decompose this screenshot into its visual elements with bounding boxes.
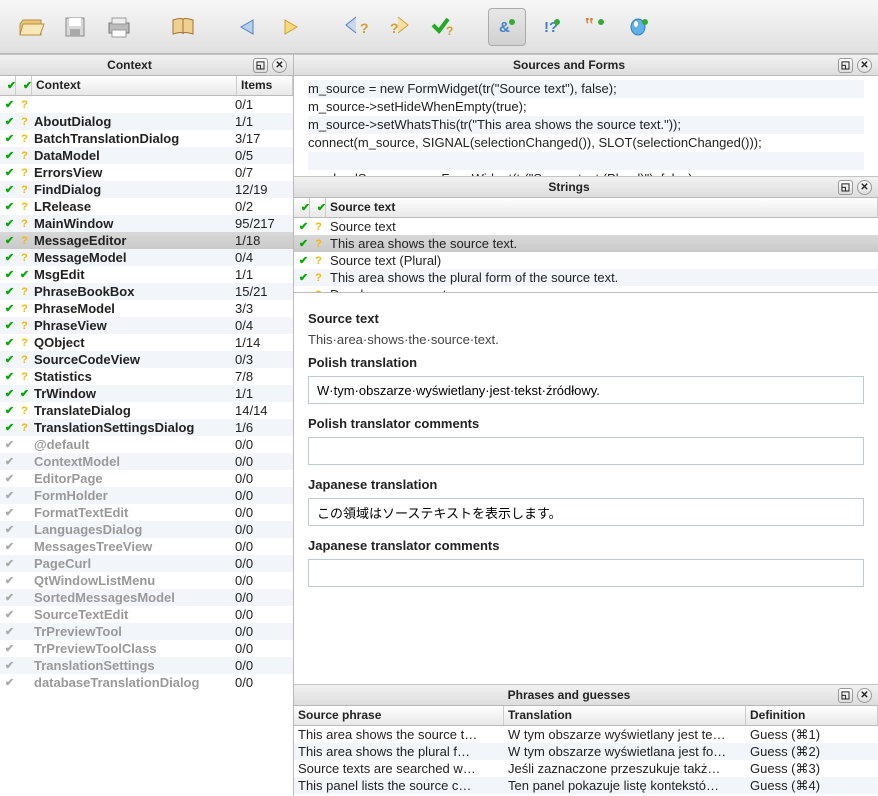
- polish-comments-input[interactable]: [308, 437, 864, 465]
- svg-text:&: &: [499, 19, 510, 36]
- context-panel-header: Context ◱ ✕: [0, 54, 293, 76]
- phrase-row[interactable]: This panel lists the source c…Ten panel …: [294, 777, 878, 794]
- string-row[interactable]: ✔?Source text: [294, 218, 878, 235]
- context-row[interactable]: ✔databaseTranslationDialog0/0: [0, 674, 293, 691]
- context-row[interactable]: ✔✔TrWindow1/1: [0, 385, 293, 402]
- phrase-row[interactable]: Source texts are searched w…Jeśli zaznac…: [294, 760, 878, 777]
- context-row[interactable]: ✔TrPreviewToolClass0/0: [0, 640, 293, 657]
- context-row[interactable]: ✔?PhraseModel3/3: [0, 300, 293, 317]
- svg-text:?: ?: [360, 20, 368, 36]
- polish-comments-title: Polish translator comments: [308, 416, 864, 431]
- context-table-header: ✔ ✔ Context Items: [0, 76, 293, 96]
- phrases-table-header: Source phrase Translation Definition: [294, 706, 878, 726]
- context-row[interactable]: ✔EditorPage0/0: [0, 470, 293, 487]
- close-icon[interactable]: ✕: [857, 688, 872, 703]
- context-row[interactable]: ✔?ErrorsView0/7: [0, 164, 293, 181]
- context-row[interactable]: ✔?BatchTranslationDialog3/17: [0, 130, 293, 147]
- context-row[interactable]: ✔TranslationSettings0/0: [0, 657, 293, 674]
- context-row[interactable]: ✔?LRelease0/2: [0, 198, 293, 215]
- context-row[interactable]: ✔?PhraseBookBox15/21: [0, 283, 293, 300]
- strings-panel-header: Strings ◱ ✕: [294, 176, 878, 198]
- svg-text:‟: ‟: [585, 16, 594, 35]
- japanese-translation-title: Japanese translation: [308, 477, 864, 492]
- strings-list[interactable]: ✔?Source text✔?This area shows the sourc…: [294, 218, 878, 292]
- done-next-button[interactable]: ?: [424, 8, 462, 46]
- context-row[interactable]: ✔FormatTextEdit0/0: [0, 504, 293, 521]
- sources-panel-header: Sources and Forms ◱ ✕: [294, 54, 878, 76]
- context-row[interactable]: ✔✔MsgEdit1/1: [0, 266, 293, 283]
- polish-translation-input[interactable]: [308, 376, 864, 404]
- next-button[interactable]: [272, 8, 310, 46]
- print-button[interactable]: [100, 8, 138, 46]
- translation-editor: Source text This·area·shows·the·source·t…: [294, 292, 878, 684]
- svg-text:?: ?: [446, 24, 453, 38]
- prev-button[interactable]: [228, 8, 266, 46]
- phrase-row[interactable]: This area shows the plural f…W tym obsza…: [294, 743, 878, 760]
- context-row[interactable]: ✔?TranslateDialog14/14: [0, 402, 293, 419]
- context-row[interactable]: ✔?DataModel0/5: [0, 147, 293, 164]
- context-row[interactable]: ✔?AboutDialog1/1: [0, 113, 293, 130]
- open-button[interactable]: [12, 8, 50, 46]
- context-row[interactable]: ✔?Statistics7/8: [0, 368, 293, 385]
- context-row[interactable]: ✔?MessageModel0/4: [0, 249, 293, 266]
- source-text-title: Source text: [308, 311, 864, 326]
- string-row[interactable]: ✔?Source text (Plural): [294, 252, 878, 269]
- japanese-translation-input[interactable]: [308, 498, 864, 526]
- context-row[interactable]: ✔?0/1: [0, 96, 293, 113]
- svg-text:?: ?: [390, 20, 399, 36]
- japanese-comments-input[interactable]: [308, 559, 864, 587]
- punctuation-check-button[interactable]: !?: [532, 8, 570, 46]
- context-row[interactable]: ✔QtWindowListMenu0/0: [0, 572, 293, 589]
- close-icon[interactable]: ✕: [857, 58, 872, 73]
- phrases-list[interactable]: This area shows the source t…W tym obsza…: [294, 726, 878, 796]
- close-icon[interactable]: ✕: [272, 58, 287, 73]
- next-unfinished-button[interactable]: ?: [380, 8, 418, 46]
- string-row[interactable]: ✔?This area shows the source text.: [294, 235, 878, 252]
- restore-icon[interactable]: ◱: [838, 180, 853, 195]
- accelerator-check-button[interactable]: &: [488, 8, 526, 46]
- phrases-check-button[interactable]: ‟: [576, 8, 614, 46]
- restore-icon[interactable]: ◱: [253, 58, 268, 73]
- string-row[interactable]: ✔?This area shows the plural form of the…: [294, 269, 878, 286]
- save-button[interactable]: [56, 8, 94, 46]
- context-row[interactable]: ✔?QObject1/14: [0, 334, 293, 351]
- context-row[interactable]: ✔?PhraseView0/4: [0, 317, 293, 334]
- context-row[interactable]: ✔?TranslationSettingsDialog1/6: [0, 419, 293, 436]
- context-row[interactable]: ✔SortedMessagesModel0/0: [0, 589, 293, 606]
- sources-viewer: m_source = new FormWidget(tr("Source tex…: [294, 76, 878, 176]
- placemarker-check-button[interactable]: [620, 8, 658, 46]
- close-icon[interactable]: ✕: [857, 180, 872, 195]
- context-row[interactable]: ✔?FindDialog12/19: [0, 181, 293, 198]
- context-row[interactable]: ✔FormHolder0/0: [0, 487, 293, 504]
- source-text-value: This·area·shows·the·source·text.: [308, 332, 864, 347]
- context-row[interactable]: ✔SourceTextEdit0/0: [0, 606, 293, 623]
- context-row[interactable]: ✔ContextModel0/0: [0, 453, 293, 470]
- context-row[interactable]: ✔?SourceCodeView0/3: [0, 351, 293, 368]
- restore-icon[interactable]: ◱: [838, 688, 853, 703]
- context-row[interactable]: ✔PageCurl0/0: [0, 555, 293, 572]
- context-row[interactable]: ✔TrPreviewTool0/0: [0, 623, 293, 640]
- context-row[interactable]: ✔LanguagesDialog0/0: [0, 521, 293, 538]
- phrase-row[interactable]: This area shows the source t…W tym obsza…: [294, 726, 878, 743]
- japanese-comments-title: Japanese translator comments: [308, 538, 864, 553]
- toolbar: ? ? ? & !? ‟: [0, 0, 878, 54]
- context-row[interactable]: ✔?MainWindow95/217: [0, 215, 293, 232]
- polish-translation-title: Polish translation: [308, 355, 864, 370]
- context-row[interactable]: ✔MessagesTreeView0/0: [0, 538, 293, 555]
- prev-unfinished-button[interactable]: ?: [336, 8, 374, 46]
- phrasebook-button[interactable]: [164, 8, 202, 46]
- strings-table-header: ✔ ✔ Source text: [294, 198, 878, 218]
- phrases-panel-header: Phrases and guesses ◱ ✕: [294, 684, 878, 706]
- context-row[interactable]: ✔@default0/0: [0, 436, 293, 453]
- restore-icon[interactable]: ◱: [838, 58, 853, 73]
- context-list[interactable]: ✔?0/1✔?AboutDialog1/1✔?BatchTranslationD…: [0, 96, 293, 796]
- context-row[interactable]: ✔?MessageEditor1/18: [0, 232, 293, 249]
